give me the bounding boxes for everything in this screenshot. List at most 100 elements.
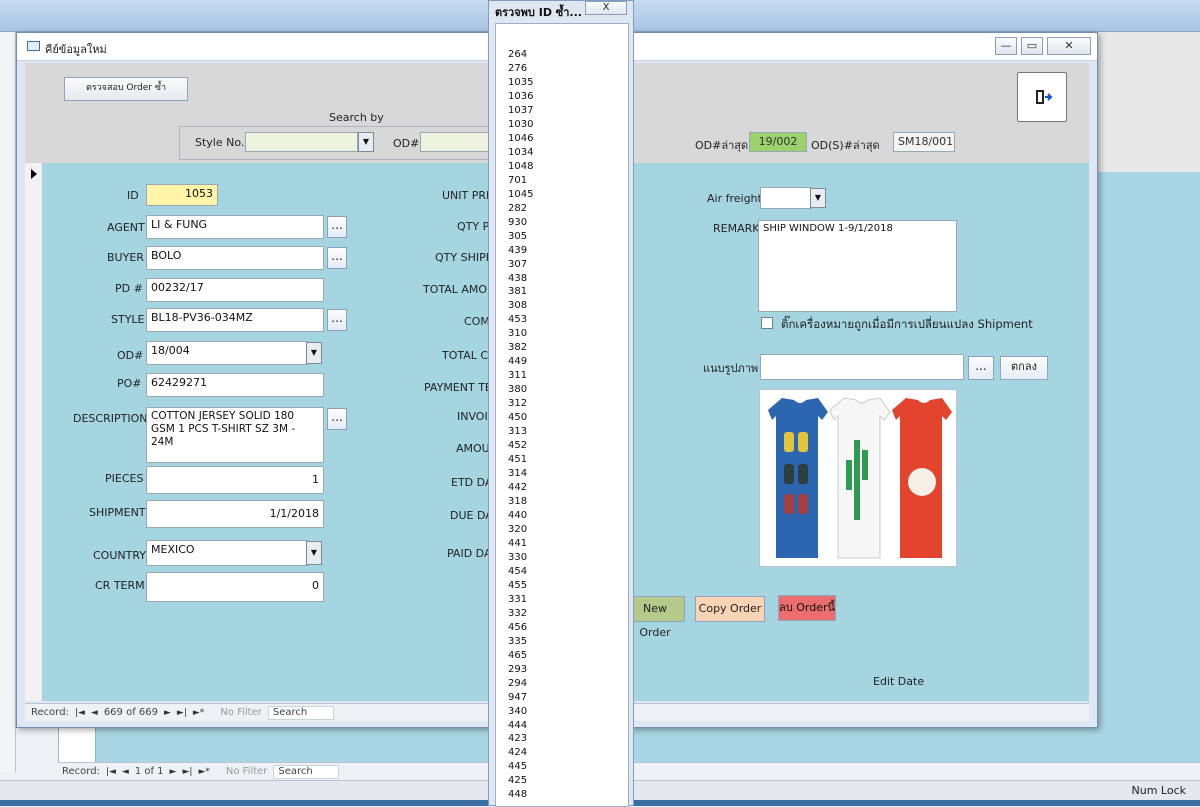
duplicate-id-item[interactable]: 331	[508, 593, 628, 607]
duplicate-id-item[interactable]: 382	[508, 341, 628, 355]
record-selector[interactable]	[25, 163, 43, 701]
air-freight-input[interactable]	[760, 187, 812, 209]
duplicate-id-item[interactable]: 1034	[508, 146, 628, 160]
duplicate-id-item[interactable]: 448	[508, 788, 628, 802]
next-record-icon[interactable]: ►	[164, 708, 171, 718]
duplicate-id-item[interactable]: 276	[508, 62, 628, 76]
duplicate-id-item[interactable]: 320	[508, 523, 628, 537]
first-record-icon[interactable]: |◄	[106, 767, 116, 777]
duplicate-id-item[interactable]: 313	[508, 425, 628, 439]
duplicate-id-item[interactable]: 307	[508, 258, 628, 272]
duplicate-id-item[interactable]: 330	[508, 551, 628, 565]
new-record-icon[interactable]: ►*	[193, 708, 204, 718]
minimize-button[interactable]: —	[995, 37, 1017, 55]
close-button[interactable]: ✕	[1047, 37, 1091, 55]
duplicate-id-item[interactable]: 452	[508, 439, 628, 453]
agent-input[interactable]: LI & FUNG	[146, 215, 324, 239]
duplicate-id-item[interactable]: 1048	[508, 160, 628, 174]
duplicate-id-item[interactable]: 440	[508, 509, 628, 523]
attach-ok-button[interactable]: ตกลง	[1000, 356, 1048, 380]
duplicate-id-item[interactable]: 308	[508, 299, 628, 313]
duplicate-id-item[interactable]: 1045	[508, 188, 628, 202]
copy-order-button[interactable]: Copy Order	[695, 596, 765, 622]
popup-close-button[interactable]: X	[585, 1, 627, 15]
attach-image-input[interactable]	[760, 354, 964, 380]
next-record-icon[interactable]: ►	[170, 767, 177, 777]
duplicate-id-item[interactable]: 380	[508, 383, 628, 397]
pieces-input[interactable]: 1	[146, 466, 324, 494]
last-record-icon[interactable]: ►|	[177, 708, 187, 718]
duplicate-id-item[interactable]: 1035	[508, 76, 628, 90]
prev-record-icon[interactable]: ◄	[91, 708, 98, 718]
style-input[interactable]: BL18-PV36-034MZ	[146, 308, 324, 332]
duplicate-id-item[interactable]: 438	[508, 272, 628, 286]
duplicate-id-item[interactable]: 453	[508, 313, 628, 327]
duplicate-id-item[interactable]: 1036	[508, 90, 628, 104]
duplicate-id-item[interactable]: 282	[508, 202, 628, 216]
duplicate-id-item[interactable]: 450	[508, 411, 628, 425]
duplicate-id-item[interactable]: 456	[508, 621, 628, 635]
description-lookup-button[interactable]: ...	[327, 408, 347, 430]
duplicate-id-item[interactable]: 335	[508, 635, 628, 649]
prev-record-icon[interactable]: ◄	[122, 767, 129, 777]
duplicate-id-item[interactable]: 441	[508, 537, 628, 551]
description-input[interactable]: COTTON JERSEY SOLID 180 GSM 1 PCS T-SHIR…	[146, 407, 324, 463]
last-record-icon[interactable]: ►|	[182, 767, 192, 777]
style-no-dropdown-icon[interactable]: ▼	[358, 132, 374, 152]
attach-image-browse-button[interactable]: ...	[968, 356, 994, 380]
duplicate-id-item[interactable]: 305	[508, 230, 628, 244]
duplicate-id-item[interactable]: 444	[508, 719, 628, 733]
no-filter-label[interactable]: No Filter	[226, 766, 268, 777]
first-record-icon[interactable]: |◄	[75, 708, 85, 718]
duplicate-id-item[interactable]: 293	[508, 663, 628, 677]
air-freight-dropdown-icon[interactable]: ▼	[810, 188, 826, 208]
shipment-change-checkbox[interactable]	[761, 317, 773, 329]
duplicate-id-item[interactable]: 701	[508, 174, 628, 188]
new-order-button[interactable]: New Order	[625, 596, 685, 639]
shipment-input[interactable]: 1/1/2018	[146, 500, 324, 528]
duplicate-id-item[interactable]: 465	[508, 649, 628, 663]
agent-lookup-button[interactable]: ...	[327, 216, 347, 238]
no-filter-label[interactable]: No Filter	[220, 707, 262, 718]
duplicate-id-item[interactable]: 439	[508, 244, 628, 258]
remark-input[interactable]: SHIP WINDOW 1-9/1/2018	[758, 220, 957, 312]
cr-term-input[interactable]: 0	[146, 572, 324, 602]
country-input[interactable]: MEXICO	[146, 540, 308, 566]
buyer-input[interactable]: BOLO	[146, 246, 324, 270]
style-lookup-button[interactable]: ...	[327, 309, 347, 331]
duplicate-id-item[interactable]: 1037	[508, 104, 628, 118]
duplicate-id-item[interactable]: 455	[508, 579, 628, 593]
duplicate-id-list[interactable]: 264 276 1035 1036 1037 1030 1046 1034 1048 701 104…	[495, 23, 629, 807]
buyer-lookup-button[interactable]: ...	[327, 247, 347, 269]
record-search-input[interactable]: Search	[267, 705, 334, 720]
duplicate-id-item[interactable]: 442	[508, 481, 628, 495]
exit-form-button[interactable]	[1017, 72, 1067, 122]
duplicate-id-item[interactable]: 264	[508, 48, 628, 62]
record-search-input[interactable]: Search	[273, 764, 340, 779]
delete-order-button[interactable]: ลบ Orderนี้	[778, 595, 836, 621]
duplicate-id-item[interactable]: 425	[508, 774, 628, 788]
duplicate-id-item[interactable]: 310	[508, 327, 628, 341]
duplicate-id-item[interactable]: 294	[508, 677, 628, 691]
duplicate-id-item[interactable]: 312	[508, 397, 628, 411]
duplicate-id-item[interactable]: 332	[508, 607, 628, 621]
check-duplicate-order-button[interactable]: ตรวจสอบ Order ซ้ำ	[64, 77, 188, 101]
new-record-icon[interactable]: ►*	[198, 767, 209, 777]
style-no-search-input[interactable]	[245, 132, 358, 152]
od-input[interactable]: 18/004	[146, 341, 308, 365]
duplicate-id-item[interactable]: 445	[508, 760, 628, 774]
duplicate-id-item[interactable]: 1030	[508, 118, 628, 132]
duplicate-id-item[interactable]: 454	[508, 565, 628, 579]
duplicate-id-item[interactable]: 424	[508, 746, 628, 760]
duplicate-id-item[interactable]: 1046	[508, 132, 628, 146]
duplicate-id-item[interactable]: 947	[508, 691, 628, 705]
od-dropdown-icon[interactable]: ▼	[306, 342, 322, 364]
duplicate-id-item[interactable]: 451	[508, 453, 628, 467]
po-input[interactable]: 62429271	[146, 373, 324, 397]
restore-button[interactable]: ▭	[1021, 37, 1043, 55]
record-position[interactable]: 1 of 1	[135, 766, 164, 777]
duplicate-id-item[interactable]: 318	[508, 495, 628, 509]
duplicate-id-item[interactable]: 423	[508, 732, 628, 746]
duplicate-id-item[interactable]: 381	[508, 285, 628, 299]
duplicate-id-item[interactable]: 930	[508, 216, 628, 230]
